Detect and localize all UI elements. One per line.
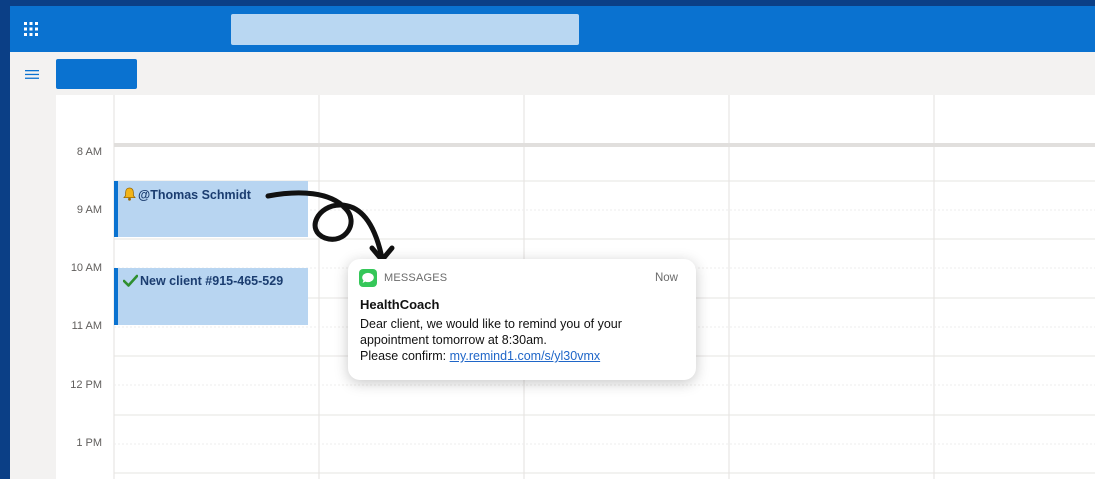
event-title: New client #915-465-529 xyxy=(140,274,284,288)
notification-time: Now xyxy=(654,272,678,284)
notification-body: Dear client, we would like to remind you… xyxy=(360,316,680,364)
notification-line: appointment tomorrow at 8:30am. xyxy=(360,333,547,347)
notification-app-name: MESSAGES xyxy=(384,272,448,284)
bell-icon xyxy=(123,187,136,201)
new-event-button[interactable] xyxy=(56,59,137,89)
outlook-window: 8 AM 9 AM 10 AM 11 AM 12 PM 1 PM @Thomas… xyxy=(10,6,1095,479)
notification-confirm-line: Please confirm: my.remind1.com/s/yl30vmx xyxy=(360,348,680,364)
notification-sender: HealthCoach xyxy=(360,297,440,312)
command-bar xyxy=(10,52,1095,95)
hour-label-12pm: 12 PM xyxy=(70,379,102,391)
event-title: @Thomas Schmidt xyxy=(138,188,251,202)
messages-app-icon xyxy=(359,269,377,287)
checkmark-icon xyxy=(123,274,138,287)
notification-line: Dear client, we would like to remind you… xyxy=(360,317,622,331)
calendar-event-new-client[interactable]: New client #915-465-529 xyxy=(114,268,308,325)
confirm-link[interactable]: my.remind1.com/s/yl30vmx xyxy=(450,349,601,363)
search-input[interactable] xyxy=(231,14,579,45)
hour-label-8am: 8 AM xyxy=(76,146,102,158)
confirm-prefix: Please confirm: xyxy=(360,349,450,363)
hour-label-10am: 10 AM xyxy=(70,262,102,274)
hour-label-11am: 11 AM xyxy=(71,320,102,332)
calendar-event-thomas-schmidt[interactable]: @Thomas Schmidt xyxy=(114,181,308,237)
left-pane xyxy=(10,95,56,479)
app-launcher-icon[interactable] xyxy=(24,22,38,36)
top-bar xyxy=(10,6,1095,52)
hamburger-menu-icon[interactable] xyxy=(25,70,39,79)
hour-label-9am: 9 AM xyxy=(76,204,102,216)
hour-label-1pm: 1 PM xyxy=(76,437,102,449)
message-notification[interactable]: MESSAGES Now HealthCoach Dear client, we… xyxy=(348,259,696,380)
